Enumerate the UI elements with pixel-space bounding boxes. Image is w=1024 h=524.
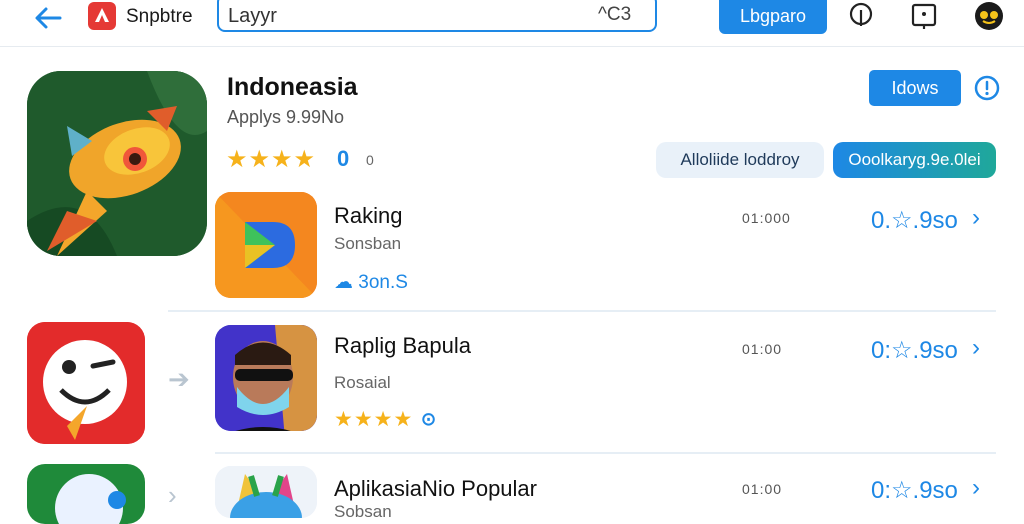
avatar-icon[interactable] bbox=[974, 1, 1004, 31]
row-divider bbox=[215, 452, 996, 454]
row-meta: 01:00 bbox=[742, 481, 783, 497]
row-title: AplikasiaNio Popular bbox=[334, 476, 537, 501]
filter-chip-left[interactable]: Alloliide loddroy bbox=[656, 142, 824, 178]
store-logo-icon bbox=[88, 2, 116, 30]
featured-app-title: Indoneasia bbox=[227, 73, 358, 101]
info-icon[interactable] bbox=[973, 74, 1001, 102]
row-rating-stars: ★★★★ bbox=[334, 408, 414, 431]
row-title: Raking bbox=[334, 203, 403, 228]
app-icon-raplig[interactable] bbox=[215, 325, 317, 431]
side-app-icon-green[interactable] bbox=[27, 464, 145, 524]
app-icon-raking[interactable] bbox=[215, 192, 317, 298]
side-app-icon-emoji[interactable] bbox=[27, 322, 145, 444]
row-subtitle: Sonsban bbox=[334, 234, 402, 253]
download-icon[interactable] bbox=[910, 2, 938, 30]
row-meta: 01:00 bbox=[742, 341, 783, 357]
search-input[interactable] bbox=[217, 0, 657, 32]
lightbulb-icon[interactable] bbox=[847, 2, 875, 30]
row-subtitle: Sobsan bbox=[334, 502, 392, 521]
featured-rating-count: 0 bbox=[366, 152, 374, 168]
search-shortcut-hint: ^C3 bbox=[598, 4, 632, 25]
back-arrow-icon[interactable] bbox=[30, 4, 66, 32]
row-divider bbox=[168, 310, 996, 312]
row-price[interactable]: 0:☆.9so bbox=[871, 476, 958, 505]
row-title: Raplig Bapula bbox=[334, 333, 471, 358]
view-button[interactable]: Idows bbox=[869, 70, 961, 106]
row-link[interactable]: ☁ 3on.S bbox=[334, 271, 408, 294]
row-price[interactable]: 0:☆.9so bbox=[871, 336, 958, 365]
featured-rating-badge: 0 bbox=[337, 146, 350, 171]
update-button[interactable]: Lbgparo bbox=[719, 0, 827, 34]
store-brand-name: Snpbtre bbox=[126, 6, 193, 27]
arrow-right-icon[interactable]: › bbox=[972, 474, 980, 502]
arrow-right-icon[interactable]: › bbox=[972, 204, 980, 232]
featured-rating-stars: ★★★★ bbox=[226, 146, 317, 173]
arrow-right-icon[interactable]: › bbox=[972, 334, 980, 362]
row-rating-badge: ⊙ bbox=[421, 409, 437, 429]
row-meta: 01:000 bbox=[742, 210, 791, 226]
row-subtitle: Rosaial bbox=[334, 373, 391, 392]
featured-app-subtitle: Applys 9.99No bbox=[227, 107, 345, 127]
search-input-value: Layyr bbox=[228, 5, 277, 27]
row-price[interactable]: 0.☆.9so bbox=[871, 206, 958, 235]
featured-app-icon[interactable] bbox=[27, 71, 207, 256]
arrow-right-icon: ➔ bbox=[168, 364, 190, 394]
app-icon-aplikasia[interactable] bbox=[215, 466, 317, 518]
arrow-right-icon: › bbox=[168, 480, 177, 510]
filter-chip-right[interactable]: Ooolkaryg.9e.0lei bbox=[833, 142, 996, 178]
